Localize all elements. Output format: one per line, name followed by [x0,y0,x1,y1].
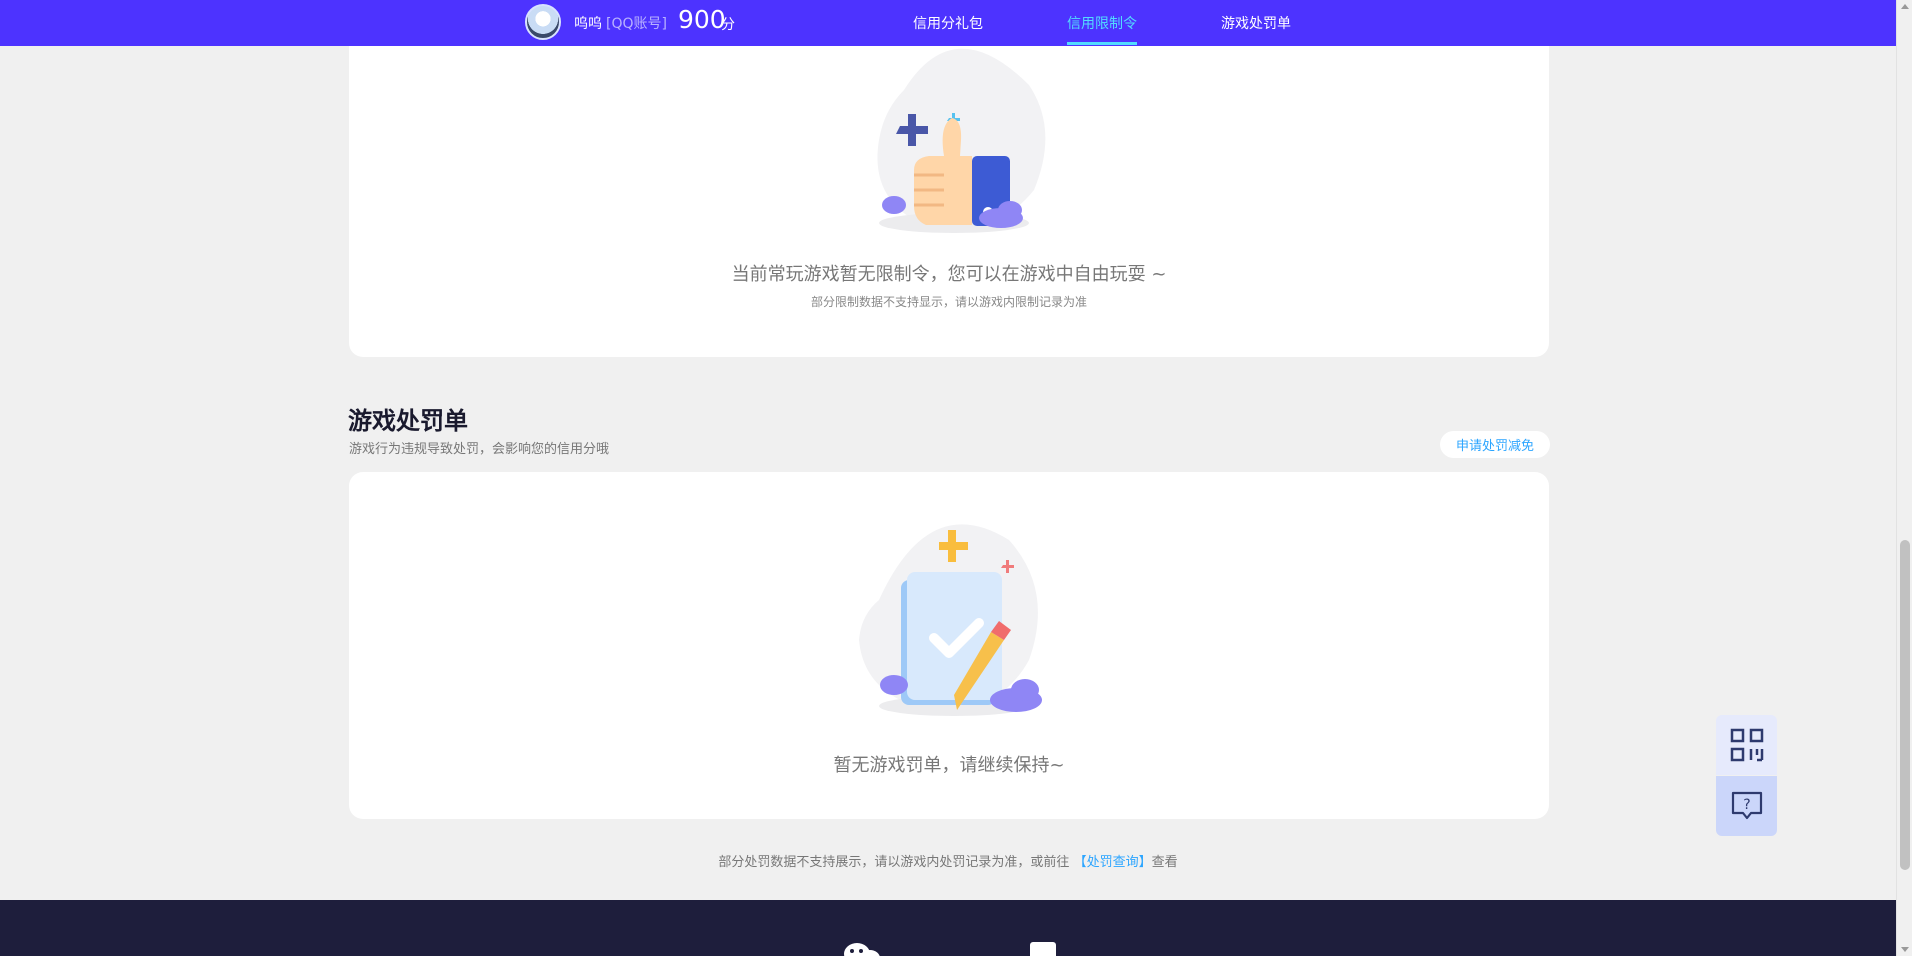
restriction-empty-message: 当前常玩游戏暂无限制令，您可以在游戏中自由玩耍 ~ [731,264,1167,285]
checklist-pencil-icon [859,524,1042,716]
scroll-up-icon[interactable] [1901,4,1909,9]
mini-program-icon[interactable] [1030,942,1056,956]
qrcode-button[interactable] [1716,715,1777,775]
svg-text:?: ? [1743,797,1750,813]
qrcode-icon [1730,728,1763,762]
username: 呜呜 [574,16,602,32]
nav-item-gift[interactable]: 信用分礼包 [913,13,983,33]
footnote-tail: 查看 [1151,855,1178,870]
penalty-query-link[interactable]: 【处罚查询】 [1074,855,1152,870]
restriction-empty-note: 部分限制数据不支持显示，请以游戏内限制记录为准 [810,295,1087,309]
penalty-section-title: 游戏处罚单 [348,407,468,435]
scroll-down-icon[interactable] [1901,947,1909,952]
help-button[interactable]: ? [1716,776,1777,836]
account-type: [QQ账号] [606,16,667,32]
footnote-text: 部分处罚数据不支持展示，请以游戏内处罚记录为准，或前往 [718,855,1070,870]
penalty-card: 暂无游戏罚单，请继续保持~ [349,472,1549,819]
page-scrollbar[interactable] [1896,0,1912,956]
thumbs-up-icon [877,48,1046,233]
scroll-thumb[interactable] [1900,540,1910,870]
credit-score: 900 [678,5,726,34]
penalty-footnote: 部分处罚数据不支持展示，请以游戏内处罚记录为准，或前往 【处罚查询】查看 [0,851,1896,870]
credit-score-unit: 分 [721,17,735,33]
penalty-empty-message: 暂无游戏罚单，请继续保持~ [833,755,1065,776]
restriction-card: 当前常玩游戏暂无限制令，您可以在游戏中自由玩耍 ~ 部分限制数据不支持显示，请以… [349,20,1549,357]
nav-item-penalty[interactable]: 游戏处罚单 [1221,13,1291,33]
wechat-icon[interactable] [842,940,882,956]
footer [0,900,1896,956]
apply-penalty-reduction-button[interactable]: 申请处罚减免 [1440,431,1550,458]
top-nav-bar: 呜呜 [QQ账号] 900 分 信用分礼包 信用限制令 游戏处罚单 [0,0,1896,46]
nav-active-indicator [1067,42,1137,45]
nav-item-restriction[interactable]: 信用限制令 [1067,13,1137,33]
penalty-section-desc: 游戏行为违规导致处罚，会影响您的信用分哦 [349,442,610,457]
avatar[interactable] [525,4,561,40]
help-chat-icon: ? [1731,791,1762,820]
